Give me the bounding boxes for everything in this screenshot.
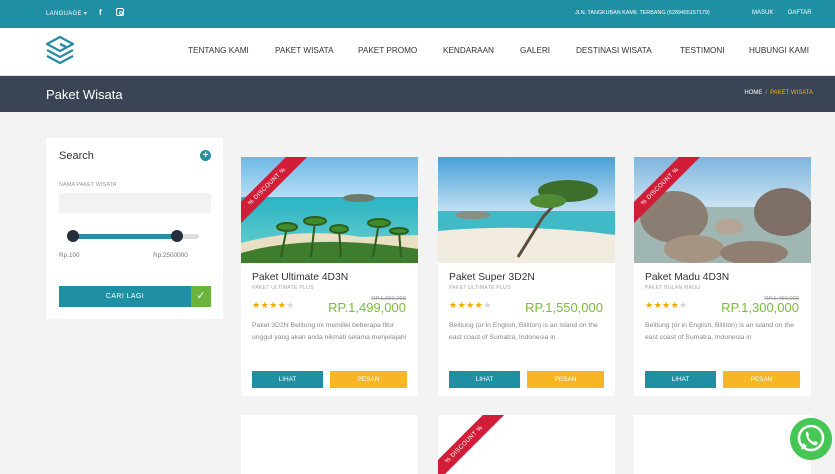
plus-icon[interactable]: + — [200, 150, 211, 161]
price-range-max-handle[interactable] — [171, 230, 183, 242]
package-price: RP.1,550,000 — [525, 300, 603, 315]
package-card[interactable] — [241, 415, 418, 474]
package-price: RP.1,499,000 — [328, 300, 406, 315]
instagram-icon[interactable] — [116, 8, 124, 16]
nav-item-tentang-kami[interactable]: TENTANG KAMI — [188, 46, 249, 55]
package-subtitle: PAKET BULAN MADU — [645, 285, 701, 291]
price-range-max-label: Rp.2500000 — [153, 252, 188, 259]
package-subtitle: PAKET ULTIMATE PLUS — [252, 285, 314, 291]
star-rating: ★★★★★ — [645, 300, 688, 311]
package-card[interactable]: Paket Super 3D2N PAKET ULTIMATE PLUS ★★★… — [438, 157, 615, 396]
nav-item-kendaraan[interactable]: KENDARAAN — [443, 46, 494, 55]
breadcrumb-current: PAKET WISATA — [770, 90, 813, 96]
package-description: Belitung (or in English, Billiton) is an… — [449, 322, 598, 341]
login-link[interactable]: MASUK — [752, 10, 773, 16]
language-selector[interactable]: LANGUAGE ▾ — [46, 10, 87, 17]
price-range-min-handle[interactable] — [67, 230, 79, 242]
view-button[interactable]: LIHAT — [645, 371, 716, 388]
discount-ribbon: % DISCOUNT % — [438, 415, 507, 474]
top-bar: LANGUAGE ▾ f JLN. TANGKUBAN KAMIL TERBAN… — [0, 0, 835, 28]
site-logo[interactable] — [44, 35, 76, 69]
package-description: Belitung (or in English, Billiton) is an… — [645, 322, 794, 341]
breadcrumb-separator: / — [765, 90, 768, 96]
package-price: RP.1,300,000 — [721, 300, 799, 315]
nav-item-paket-wisata[interactable]: PAKET WISATA — [275, 46, 334, 55]
whatsapp-icon[interactable] — [790, 418, 832, 460]
main-navbar: TENTANG KAMI PAKET WISATA PAKET PROMO KE… — [0, 28, 835, 76]
nav-item-galeri[interactable]: GALERI — [520, 46, 550, 55]
package-card[interactable] — [634, 415, 811, 474]
page-title-band: Paket Wisata HOME / PAKET WISATA — [0, 76, 835, 112]
star-icon: ★★★★ — [449, 300, 484, 310]
package-card[interactable]: % DISCOUNT % Paket Ultimate 4D3N PAKET U… — [241, 157, 418, 396]
package-card[interactable]: % DISCOUNT % Paket Madu 4D3N PAKET BULAN… — [634, 157, 811, 396]
price-range-track — [69, 234, 178, 239]
view-button[interactable]: LIHAT — [449, 371, 520, 388]
facebook-icon[interactable]: f — [99, 8, 102, 17]
order-button[interactable]: PESAN — [330, 371, 407, 388]
star-rating: ★★★★★ — [252, 300, 295, 311]
breadcrumb: HOME / PAKET WISATA — [744, 90, 813, 96]
star-icon: ★★★★ — [645, 300, 680, 310]
check-icon[interactable]: ✓ — [191, 286, 211, 307]
package-name-input[interactable] — [59, 193, 211, 213]
star-empty-icon: ★ — [679, 300, 688, 310]
nav-item-testimoni[interactable]: TESTIMONI — [680, 46, 725, 55]
star-icon: ★★★★ — [252, 300, 287, 310]
nav-item-hubungi-kami[interactable]: HUBUNGI KAMI — [749, 46, 809, 55]
search-heading: Search — [59, 150, 94, 162]
package-image[interactable] — [438, 157, 615, 263]
price-range-min-label: Rp.100 — [59, 252, 80, 259]
package-name[interactable]: Paket Super 3D2N — [449, 272, 535, 283]
star-empty-icon: ★ — [483, 300, 492, 310]
contact-address: JLN. TANGKUBAN KAMIL TERBANG (6289455157… — [575, 10, 710, 16]
star-rating: ★★★★★ — [449, 300, 492, 311]
package-name[interactable]: Paket Madu 4D3N — [645, 272, 729, 283]
package-card[interactable]: % DISCOUNT % — [438, 415, 615, 474]
register-link[interactable]: DAFTAR — [788, 10, 812, 16]
nav-item-destinasi-wisata[interactable]: DESTINASI WISATA — [576, 46, 652, 55]
breadcrumb-home[interactable]: HOME — [744, 90, 762, 96]
view-button[interactable]: LIHAT — [252, 371, 323, 388]
package-name[interactable]: Paket Ultimate 4D3N — [252, 272, 348, 283]
search-again-button[interactable]: CARI LAGI — [59, 286, 191, 307]
package-subtitle: PAKET ULTIMATE PLUS — [449, 285, 511, 291]
order-button[interactable]: PESAN — [723, 371, 800, 388]
package-description: Paket 3D2N Belitung ini memiliki beberap… — [252, 322, 407, 341]
star-empty-icon: ★ — [286, 300, 295, 310]
order-button[interactable]: PESAN — [527, 371, 604, 388]
package-name-label: NAMA PAKET WISATA — [59, 182, 117, 188]
page-title: Paket Wisata — [46, 87, 123, 102]
nav-item-paket-promo[interactable]: PAKET PROMO — [358, 46, 417, 55]
package-image[interactable] — [241, 157, 418, 263]
search-panel: Search + NAMA PAKET WISATA Rp.100 Rp.250… — [46, 138, 223, 319]
package-image[interactable] — [634, 157, 811, 263]
